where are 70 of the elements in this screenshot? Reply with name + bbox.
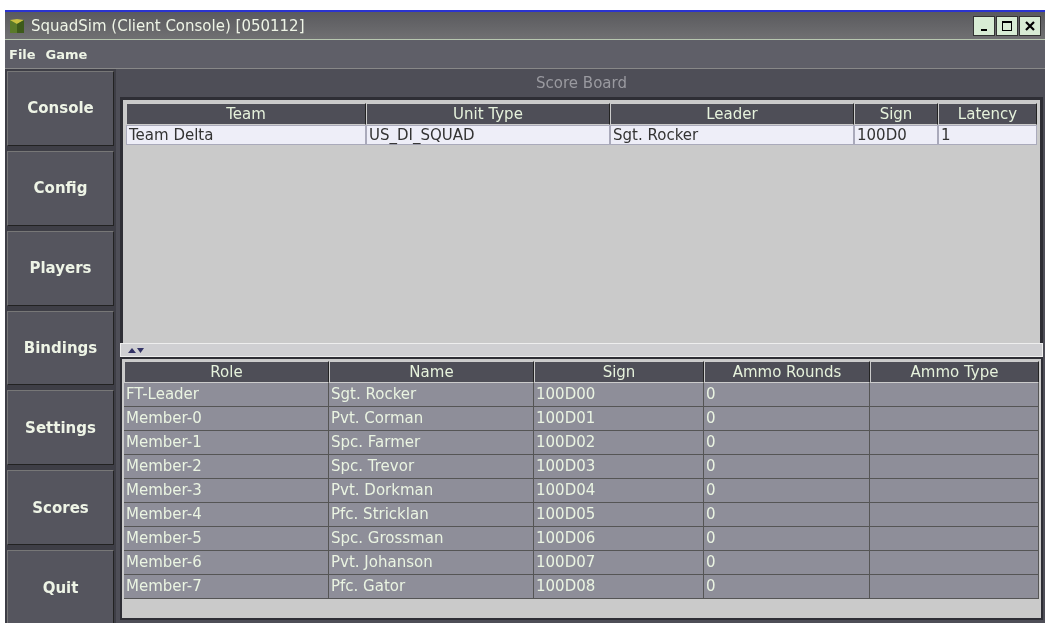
sidebar-button[interactable]: Scores xyxy=(7,470,114,546)
maximize-button[interactable] xyxy=(996,15,1018,36)
table-cell: Team Delta xyxy=(126,125,366,145)
column-header[interactable]: Unit Type xyxy=(366,103,610,125)
sidebar-button[interactable]: Console xyxy=(7,71,114,146)
panel-title: Score Board xyxy=(535,73,628,94)
table-cell: Sgt. Rocker xyxy=(329,383,534,407)
table-cell: Pfc. Gator xyxy=(329,575,534,599)
menu-item[interactable]: File xyxy=(9,46,36,62)
column-header[interactable]: Name xyxy=(329,361,534,383)
column-header[interactable]: Leader xyxy=(610,103,854,125)
minimize-icon xyxy=(981,28,987,31)
column-header[interactable]: Ammo Rounds xyxy=(704,361,870,383)
close-icon xyxy=(1025,20,1035,31)
table-cell: Member-7 xyxy=(124,575,329,599)
table-cell: Member-1 xyxy=(124,431,329,455)
table-cell: Pvt. Corman xyxy=(329,407,534,431)
table-cell: 100D00 xyxy=(534,383,704,407)
table-cell: 0 xyxy=(704,407,870,431)
table-cell: 0 xyxy=(704,575,870,599)
menu-item[interactable]: Game xyxy=(45,46,88,62)
table-cell: Pfc. Stricklan xyxy=(329,503,534,527)
table-cell: 100D05 xyxy=(534,503,704,527)
table-cell: US_DI_SQUAD xyxy=(366,125,610,145)
table-cell: 1 xyxy=(938,125,1037,145)
close-button[interactable] xyxy=(1019,15,1041,36)
table-cell: Pvt. Johanson xyxy=(329,551,534,575)
table-cell: 100D03 xyxy=(534,455,704,479)
table-cell: 100D04 xyxy=(534,479,704,503)
arrows-icon xyxy=(127,346,145,354)
column-header[interactable]: Ammo Type xyxy=(870,361,1039,383)
column-header[interactable]: Latency xyxy=(938,103,1037,125)
table-cell: Member-4 xyxy=(124,503,329,527)
table-cell: 0 xyxy=(704,383,870,407)
sidebar-button[interactable]: Quit xyxy=(7,550,114,623)
table-cell: Pvt. Dorkman xyxy=(329,479,534,503)
table-cell: Spc. Trevor xyxy=(329,455,534,479)
sidebar-button[interactable]: Settings xyxy=(7,390,114,466)
table-cell: 100D01 xyxy=(534,407,704,431)
sidebar-button[interactable]: Players xyxy=(7,230,114,306)
table-cell: 0 xyxy=(704,527,870,551)
table-cell: Member-5 xyxy=(124,527,329,551)
table-cell: 100D06 xyxy=(534,527,704,551)
table-cell: Member-6 xyxy=(124,551,329,575)
sidebar-button[interactable]: Bindings xyxy=(7,310,114,386)
column-header[interactable]: Role xyxy=(124,361,329,383)
window-title: SquadSim (Client Console) [050112] xyxy=(31,16,306,35)
sidebar-button[interactable]: Config xyxy=(7,150,114,226)
minimize-button[interactable] xyxy=(973,15,995,36)
table-cell: 0 xyxy=(704,503,870,527)
table-cell: 0 xyxy=(704,455,870,479)
table-cell: Member-3 xyxy=(124,479,329,503)
table-cell: 100D0 xyxy=(854,125,938,145)
table-cell: Member-0 xyxy=(124,407,329,431)
table-cell: Member-2 xyxy=(124,455,329,479)
table-cell: 100D07 xyxy=(534,551,704,575)
table-cell: 100D02 xyxy=(534,431,704,455)
column-header[interactable]: Team xyxy=(126,103,366,125)
maximize-icon xyxy=(1002,20,1012,31)
cube-icon xyxy=(9,17,25,34)
table-cell: FT-Leader xyxy=(124,383,329,407)
table-cell: Spc. Grossman xyxy=(329,527,534,551)
table-cell: 0 xyxy=(704,431,870,455)
column-header[interactable]: Sign xyxy=(854,103,938,125)
table-cell: Spc. Farmer xyxy=(329,431,534,455)
column-header[interactable]: Sign xyxy=(534,361,704,383)
table-cell: 0 xyxy=(704,479,870,503)
table-cell: Sgt. Rocker xyxy=(610,125,854,145)
table-cell: 0 xyxy=(704,551,870,575)
table-cell: 100D08 xyxy=(534,575,704,599)
